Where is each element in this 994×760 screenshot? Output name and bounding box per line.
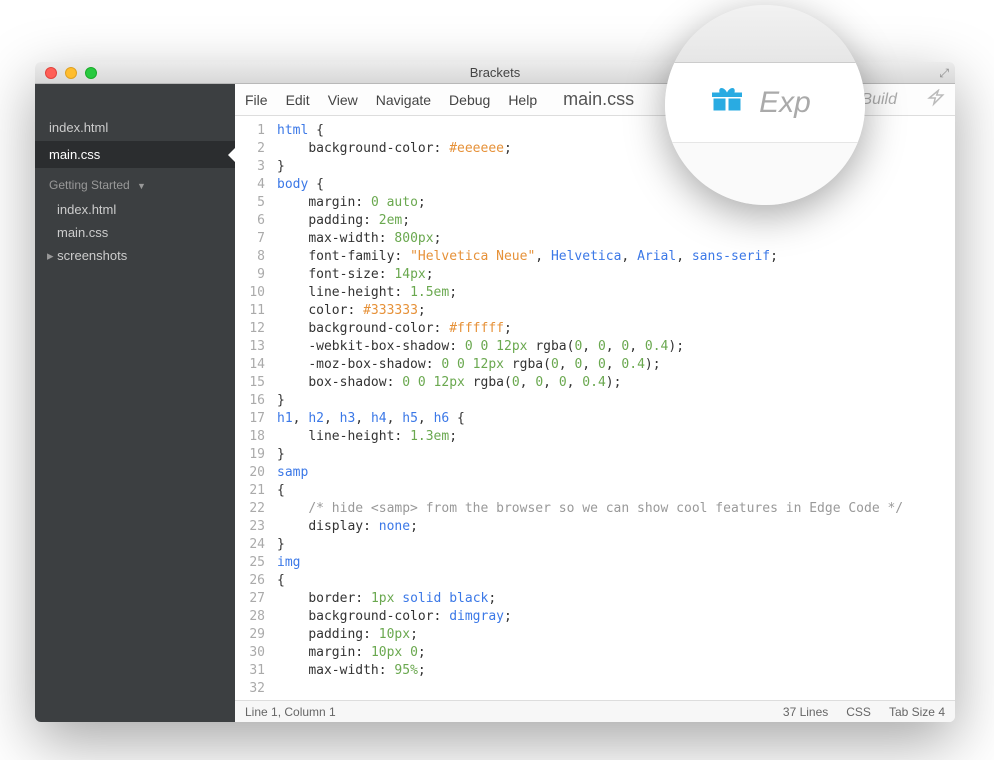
live-preview-icon[interactable] (927, 89, 945, 110)
tab-size[interactable]: Tab Size 4 (889, 705, 945, 719)
tree-file[interactable]: main.css (35, 221, 235, 244)
line-count: 37 Lines (783, 705, 828, 719)
line-gutter: 1234567891011121314151617181920212223242… (235, 116, 271, 700)
menu-navigate[interactable]: Navigate (376, 92, 431, 108)
project-header[interactable]: Getting Started ▼ (35, 168, 235, 198)
code-editor[interactable]: 1234567891011121314151617181920212223242… (235, 116, 955, 700)
cursor-position[interactable]: Line 1, Column 1 (245, 705, 336, 719)
magnifier-label: Exp (759, 86, 811, 120)
menu-file[interactable]: File (245, 92, 268, 108)
working-file[interactable]: index.html (35, 114, 235, 141)
magnifier-header (665, 5, 865, 63)
code-content[interactable]: html { background-color: #eeeeee;}body {… (271, 116, 955, 700)
menu-debug[interactable]: Debug (449, 92, 490, 108)
language-mode[interactable]: CSS (846, 705, 871, 719)
tree-folder[interactable]: screenshots (35, 244, 235, 268)
editor-pane: FileEditViewNavigateDebugHelpmain.csstal… (235, 84, 955, 722)
statusbar: Line 1, Column 1 37 Lines CSS Tab Size 4 (235, 700, 955, 722)
menu-edit[interactable]: Edit (286, 92, 310, 108)
gift-icon[interactable] (709, 82, 745, 123)
tree-file[interactable]: index.html (35, 198, 235, 221)
fullscreen-icon[interactable]: ⤢ (939, 66, 949, 81)
menu-help[interactable]: Help (508, 92, 537, 108)
magnifier-callout: Exp (665, 5, 865, 205)
menu-view[interactable]: View (328, 92, 358, 108)
magnifier-row: Exp (665, 63, 865, 143)
sidebar: index.htmlmain.cssGetting Started ▼index… (35, 84, 235, 722)
current-file-label: main.css (563, 89, 634, 110)
working-file[interactable]: main.css (35, 141, 235, 168)
